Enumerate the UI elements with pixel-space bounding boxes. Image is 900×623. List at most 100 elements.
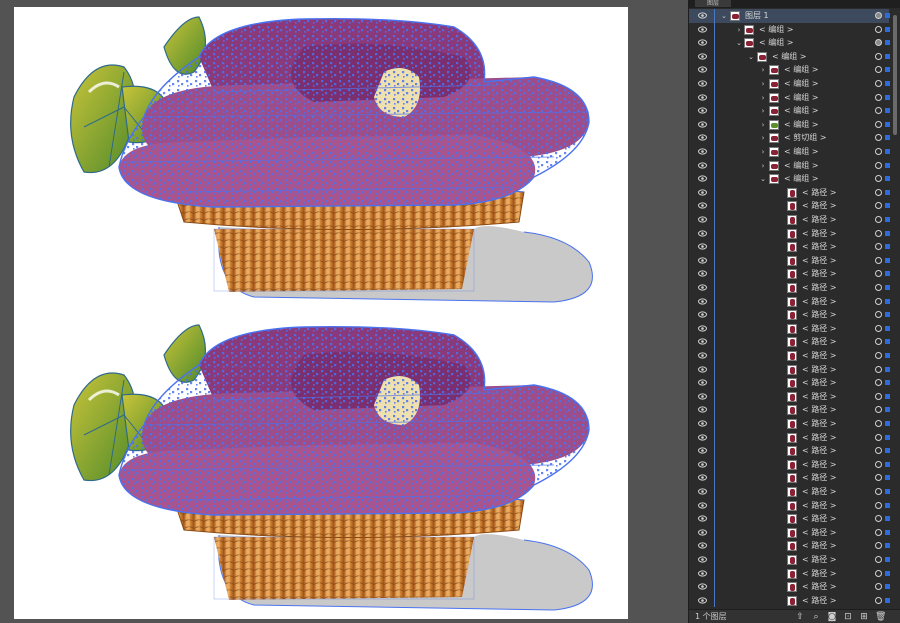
target-circle-icon[interactable]: [875, 392, 882, 400]
selection-square-icon[interactable]: [885, 217, 890, 222]
selection-square-icon[interactable]: [885, 448, 890, 454]
layer-name[interactable]: < 编组 >: [759, 23, 794, 37]
layer-name[interactable]: < 路径 >: [802, 308, 837, 322]
layer-name[interactable]: < 路径 >: [802, 295, 837, 309]
layer-name[interactable]: < 路径 >: [802, 594, 837, 608]
layer-row[interactable]: < 路径 >: [689, 566, 890, 581]
layer-row[interactable]: < 路径 >: [689, 199, 890, 213]
layer-row[interactable]: < 路径 >: [689, 430, 890, 445]
target-circle-icon[interactable]: [875, 501, 882, 509]
layer-name[interactable]: < 路径 >: [802, 431, 837, 445]
layer-name[interactable]: < 编组 >: [784, 159, 819, 173]
layer-row[interactable]: < 路径 >: [689, 403, 890, 417]
target-circle-icon[interactable]: [875, 270, 882, 278]
selection-square-icon[interactable]: [885, 298, 890, 304]
target-circle-icon[interactable]: [875, 148, 882, 155]
layer-name[interactable]: < 编组 >: [784, 118, 819, 132]
layer-name[interactable]: < 路径 >: [802, 471, 837, 485]
target-circle-icon[interactable]: [875, 229, 882, 237]
layer-row[interactable]: < 路径 >: [689, 485, 890, 499]
eye-icon[interactable]: [698, 474, 707, 481]
eye-icon[interactable]: [698, 148, 707, 155]
eye-icon[interactable]: [698, 379, 707, 386]
target-circle-icon[interactable]: [875, 284, 882, 291]
eye-icon[interactable]: [698, 66, 707, 73]
layer-row[interactable]: < 路径 >: [689, 349, 890, 363]
layer-row[interactable]: ⌄ < 编组 >: [689, 49, 890, 64]
layer-row[interactable]: < 路径 >: [689, 471, 890, 485]
selection-square-icon[interactable]: [885, 203, 890, 209]
eye-icon[interactable]: [698, 243, 707, 250]
selection-square-icon[interactable]: [885, 285, 890, 290]
selection-square-icon[interactable]: [885, 26, 890, 32]
eye-icon[interactable]: [698, 352, 707, 359]
selection-square-icon[interactable]: [885, 67, 890, 73]
layer-row[interactable]: < 路径 >: [689, 539, 890, 553]
layer-name[interactable]: < 路径 >: [802, 186, 837, 200]
chevron-right-icon[interactable]: ›: [759, 119, 767, 129]
target-circle-icon[interactable]: [875, 420, 882, 427]
selection-square-icon[interactable]: [885, 162, 890, 168]
eye-icon[interactable]: [698, 134, 707, 141]
layer-row[interactable]: < 路径 >: [689, 525, 890, 540]
export-icon[interactable]: ⇧: [795, 612, 805, 622]
selection-square-icon[interactable]: [885, 516, 890, 522]
chevron-down-icon[interactable]: ⌄: [747, 51, 755, 61]
layer-name[interactable]: < 路径 >: [802, 553, 837, 567]
target-circle-icon[interactable]: [875, 406, 882, 414]
layer-row[interactable]: < 路径 >: [689, 457, 890, 472]
layer-row[interactable]: ⌄ < 编组 >: [689, 36, 890, 50]
eye-icon[interactable]: [698, 393, 707, 400]
selection-square-icon[interactable]: [885, 557, 890, 562]
selection-square-icon[interactable]: [885, 489, 890, 494]
selection-square-icon[interactable]: [885, 570, 890, 576]
selection-square-icon[interactable]: [885, 393, 890, 399]
chevron-right-icon[interactable]: ›: [735, 24, 743, 34]
layer-name[interactable]: < 编组 >: [784, 145, 819, 159]
target-circle-icon[interactable]: [875, 134, 882, 142]
layer-row[interactable]: ⌄ < 编组 >: [689, 172, 890, 186]
layer-name[interactable]: < 编组 >: [759, 36, 794, 50]
layer-name[interactable]: < 编组 >: [772, 50, 807, 64]
layer-name[interactable]: < 路径 >: [802, 267, 837, 281]
layer-name[interactable]: < 路径 >: [802, 227, 837, 241]
eye-icon[interactable]: [698, 80, 707, 87]
new-layer-icon[interactable]: ⊞: [859, 612, 869, 622]
selection-square-icon[interactable]: [885, 529, 890, 535]
target-circle-icon[interactable]: [875, 243, 882, 251]
selection-square-icon[interactable]: [885, 312, 890, 318]
layer-row[interactable]: < 路径 >: [689, 294, 890, 309]
target-circle-icon[interactable]: [875, 583, 882, 591]
layer-name[interactable]: < 路径 >: [802, 390, 837, 404]
selection-square-icon[interactable]: [885, 271, 890, 277]
layer-row[interactable]: < 路径 >: [689, 444, 890, 458]
selection-square-icon[interactable]: [885, 502, 890, 508]
layer-name[interactable]: < 路径 >: [802, 567, 837, 581]
selection-square-icon[interactable]: [885, 325, 890, 331]
eye-icon[interactable]: [698, 284, 707, 291]
clipping-mask-icon[interactable]: ◙: [827, 612, 837, 622]
layer-name[interactable]: < 路径 >: [802, 512, 837, 526]
layer-name[interactable]: < 编组 >: [784, 63, 819, 77]
eye-icon[interactable]: [698, 583, 707, 590]
target-circle-icon[interactable]: [875, 515, 882, 523]
layer-row[interactable]: < 路径 >: [689, 308, 890, 322]
layer-name[interactable]: < 编组 >: [784, 172, 819, 186]
chevron-right-icon[interactable]: ›: [759, 160, 767, 170]
selection-square-icon[interactable]: [885, 230, 890, 236]
eye-icon[interactable]: [698, 529, 707, 536]
layer-row[interactable]: › < 剪切组 >: [689, 131, 890, 145]
selection-square-icon[interactable]: [885, 53, 890, 59]
layer-name[interactable]: < 路径 >: [802, 335, 837, 349]
target-circle-icon[interactable]: [875, 433, 882, 441]
layer-name[interactable]: < 路径 >: [802, 526, 837, 540]
selection-square-icon[interactable]: [885, 94, 890, 100]
eye-icon[interactable]: [698, 338, 707, 345]
layer-name[interactable]: < 路径 >: [802, 281, 837, 295]
eye-icon[interactable]: [698, 39, 707, 46]
target-circle-icon[interactable]: [875, 12, 882, 19]
selection-square-icon[interactable]: [885, 121, 890, 127]
eye-icon[interactable]: [698, 189, 707, 196]
chevron-right-icon[interactable]: ›: [759, 132, 767, 142]
eye-icon[interactable]: [698, 25, 707, 33]
